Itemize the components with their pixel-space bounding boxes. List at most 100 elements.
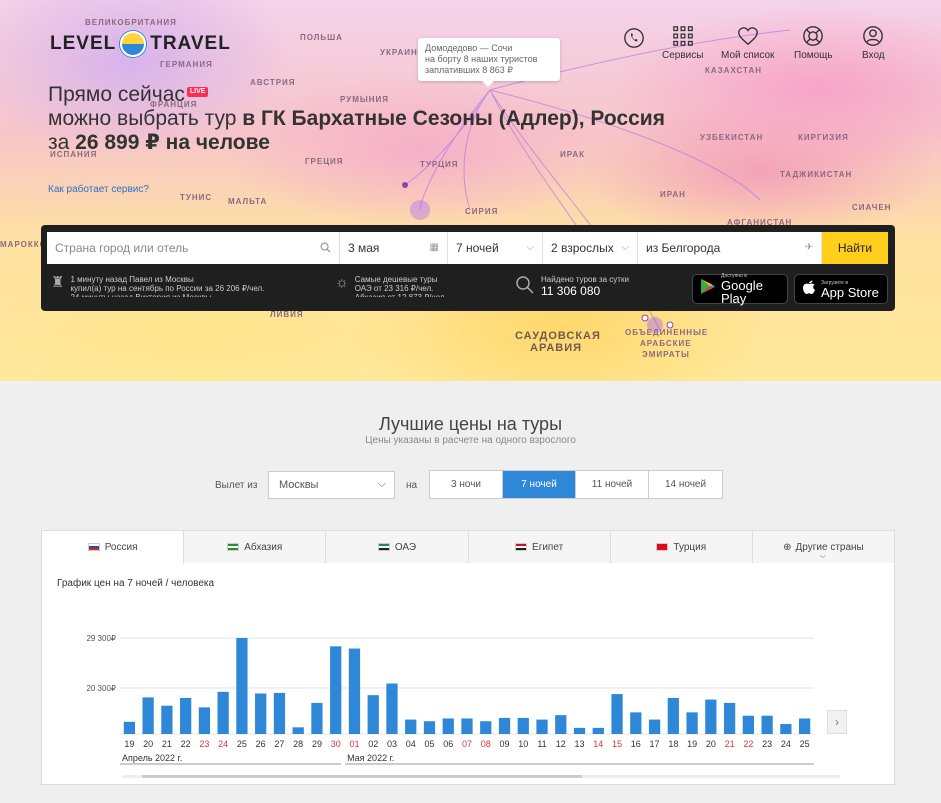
search-icon <box>320 242 331 256</box>
x-tick-label: 10 <box>518 739 528 749</box>
nav-help[interactable]: Помощь <box>794 25 833 61</box>
headline-line-2-prefix: можно выбрать тур <box>48 107 243 130</box>
headline-price: 26 899 ₽ на челове <box>75 131 270 154</box>
chevron-down-icon: ⌵ <box>819 551 826 560</box>
app-store-button[interactable]: Загрузите в App Store <box>794 274 888 304</box>
tab-country[interactable]: Россия <box>41 530 185 564</box>
price-bar <box>611 694 623 734</box>
price-bar <box>386 683 398 734</box>
price-bar <box>236 638 248 734</box>
flag-icon <box>656 543 669 551</box>
nav-label: Мой список <box>721 50 775 61</box>
x-tick-label: 21 <box>725 739 735 749</box>
nav-services[interactable]: Сервисы <box>662 25 703 61</box>
nights-option[interactable]: 11 ночей <box>576 471 649 498</box>
x-tick-label: 29 <box>312 739 322 749</box>
google-play-icon <box>700 278 716 300</box>
x-tick-label: 15 <box>612 739 622 749</box>
x-tick-label: 09 <box>500 739 510 749</box>
nights-option[interactable]: 3 ночи <box>430 471 503 498</box>
x-tick-label: 04 <box>406 739 416 749</box>
destination-input[interactable]: Страна город или отель <box>47 232 340 264</box>
tab-country[interactable]: Абхазия <box>184 530 327 564</box>
x-tick-label: 13 <box>575 739 585 749</box>
magnifier-icon <box>515 275 535 299</box>
x-tick-label: 07 <box>462 739 472 749</box>
destination-placeholder: Страна город или отель <box>55 241 189 255</box>
nav-phone[interactable] <box>623 27 645 52</box>
nights-select[interactable]: 7 ночей ⌵ <box>448 232 543 264</box>
price-bar <box>367 695 379 734</box>
logo[interactable]: LEVEL TRAVEL <box>50 31 231 57</box>
google-play-button[interactable]: Доступно в Google Play <box>692 273 788 306</box>
x-tick-label: 03 <box>387 739 397 749</box>
search-panel: Страна город или отель 3 мая ▦ 7 ночей ⌵… <box>41 225 895 311</box>
nights-option[interactable]: 7 ночей <box>503 471 576 498</box>
x-tick-label: 20 <box>143 739 153 749</box>
price-bar <box>348 648 361 734</box>
cheap-line-2: ОАЭ от 23 316 ₽/чел. <box>354 284 434 293</box>
google-big: Google Play <box>721 278 763 306</box>
x-tick-label: 11 <box>537 739 546 749</box>
tab-country[interactable]: Египет <box>468 530 611 564</box>
nights-option[interactable]: 14 ночей <box>649 471 722 498</box>
find-button[interactable]: Найти <box>822 232 888 264</box>
date-value: 3 мая <box>348 241 380 255</box>
x-tick-label: 12 <box>556 739 566 749</box>
date-field[interactable]: 3 мая ▦ <box>340 232 448 264</box>
month-label: Апрель 2022 г. <box>122 753 182 763</box>
headline-line-1: Прямо сейчас <box>48 83 185 106</box>
prices-title: Лучшие цены на туры <box>378 414 563 434</box>
price-bar <box>648 719 661 734</box>
price-bar <box>442 718 454 734</box>
x-tick-label: 06 <box>443 739 453 749</box>
flag-icon <box>227 543 240 551</box>
departure-select[interactable]: из Белгорода ✈ <box>638 232 822 264</box>
y-tick-label: 20 300₽ <box>86 684 116 693</box>
price-bar <box>292 727 304 734</box>
price-bar <box>705 699 717 734</box>
chart-scrollbar[interactable] <box>122 775 840 778</box>
x-tick-label: 25 <box>800 739 810 749</box>
prices-subtitle: Цены указаны в расчете на одного взросло… <box>365 435 576 446</box>
price-bar <box>498 717 511 734</box>
chart-scroll-thumb[interactable] <box>142 775 582 778</box>
people-select[interactable]: 2 взрослых ⌵ <box>543 232 638 264</box>
live-badge: LIVE <box>186 87 209 97</box>
nights-toggle: 3 ночи 7 ночей 11 ночей 14 ночей <box>429 470 723 499</box>
price-chart: 29 300₽ 20 300₽ 19 20 21 22 23 24 25 26 27 28 29 30 01… <box>86 634 814 765</box>
flag-icon <box>87 543 100 551</box>
x-tick-label: 28 <box>293 739 303 749</box>
tab-label: Другие страны <box>795 541 864 553</box>
price-bar <box>330 646 342 734</box>
price-bar <box>536 719 548 734</box>
price-chart-panel: График цен на 7 ночей / человека 29 300₽… <box>41 563 895 785</box>
x-tick-label: 01 <box>349 739 359 749</box>
nav-label: Помощь <box>794 50 833 61</box>
x-tick-label: 24 <box>781 739 791 749</box>
x-tick-label: 18 <box>668 739 678 749</box>
country-tabs: Россия Абхазия ОАЭ Египет Турция ⊕ Другие стра… <box>41 530 896 564</box>
search-fields: Страна город или отель 3 мая ▦ 7 ночей ⌵… <box>47 232 888 264</box>
how-it-works-link[interactable]: Как работает сервис? <box>48 184 149 195</box>
x-tick-label: 08 <box>481 739 491 749</box>
tab-country[interactable]: Турция <box>610 530 753 564</box>
cheap-line-3: Абхазия от 12 873 ₽/чел. <box>355 293 447 297</box>
price-bar <box>255 693 267 734</box>
tab-country[interactable]: ⊕ Другие страны ⌵ <box>752 530 896 564</box>
nav-login[interactable]: Вход <box>862 25 885 61</box>
y-tick-label: 29 300₽ <box>86 634 116 643</box>
flag-icon <box>377 543 390 551</box>
chart-next-button[interactable]: › <box>827 710 847 734</box>
tab-country[interactable]: ОАЭ <box>326 530 469 564</box>
found-label: Найдено туров за сутки <box>541 275 629 284</box>
tours-found-info: Найдено туров за сутки 11 306 080 <box>515 275 629 299</box>
price-bar <box>780 724 792 734</box>
nav-wishlist[interactable]: Мой список <box>721 25 774 61</box>
x-tick-label: 16 <box>631 739 641 749</box>
tooltip-line-1: на борту 8 наших туристов <box>425 54 538 64</box>
price-bar <box>686 712 698 734</box>
departure-city-select[interactable]: Москвы ⌵ <box>268 471 395 499</box>
person-sign-icon: ♜ <box>51 274 65 291</box>
price-bar <box>480 721 492 734</box>
